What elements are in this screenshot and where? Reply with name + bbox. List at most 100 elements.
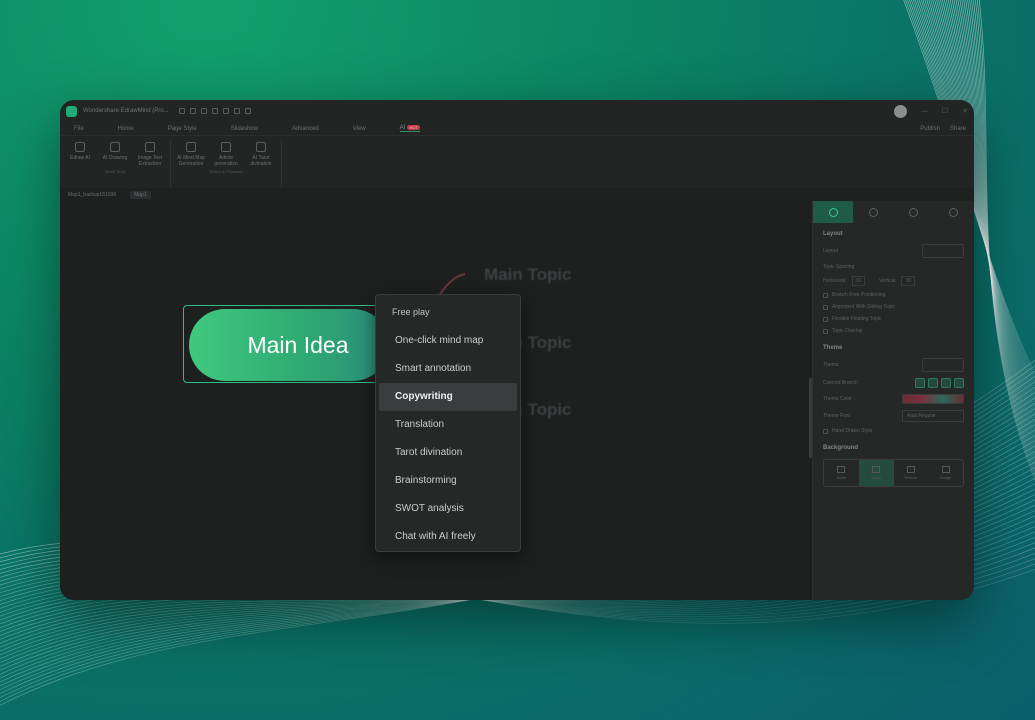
menu-bar: File Home Page Style Slideshow Advanced … [60,122,974,136]
main-topic-node[interactable]: Main Topic [484,265,572,285]
ribbon-group-ai-features: AI Mind Map Generation Article generatio… [175,140,282,188]
menu-tab-advanced[interactable]: Advanced [292,126,319,132]
color-icon [872,466,881,473]
document-tabs: Map1_backup161036 Map1 [60,188,974,201]
menu-item-swot-analysis[interactable]: SWOT analysis [379,495,517,523]
menu-item-chat-with-ai[interactable]: Chat with AI freely [379,523,517,551]
check-label: Topic Overlap [832,328,863,334]
theme-select[interactable] [922,358,964,372]
layout-section-title: Layout [823,231,843,237]
title-bar: Wondershare EdrawMind (Pro... — ☐ ✕ [60,100,974,122]
hand-drawn-label: Hand Drawn Style [832,428,873,434]
menu-item-brainstorming[interactable]: Brainstorming [379,467,517,495]
menu-item-tarot-divination[interactable]: Tarot divination [379,439,517,467]
panel-tab-layout[interactable] [813,201,854,223]
menu-tab-page-style[interactable]: Page Style [168,126,197,132]
mind-map-icon [186,142,196,152]
menu-item-smart-annotation[interactable]: Smart annotation [379,355,517,383]
none-icon [837,466,846,473]
location-icon [909,207,919,217]
background-section-title: Background [823,445,859,451]
bg-tile-label: Color [871,475,881,480]
checkbox[interactable] [823,328,828,334]
ribbon-group-label: Notion AI Features [209,169,243,174]
checkbox[interactable] [823,428,828,434]
branch-swatch[interactable] [954,378,964,388]
tarot-icon [256,142,266,152]
layout-label: Layout [823,248,839,254]
ai-drawing-button[interactable]: AI Drawing [99,140,131,167]
theme-font-select[interactable]: Arial Regular [902,410,964,422]
check-label: Flexible Floating Topic [832,316,882,322]
branch-swatch[interactable] [941,378,951,388]
ribbon-label: Article generation [214,155,238,167]
texture-icon [906,466,915,473]
article-generation-button[interactable]: Article generation [210,140,242,167]
check-label: Branch Free Positioning [832,292,886,298]
close-icon[interactable]: ✕ [962,107,968,115]
theme-font-label: Theme Font [823,413,850,419]
menu-tab-view[interactable]: View [353,126,366,132]
branch-swatch[interactable] [915,378,925,388]
ai-tarot-button[interactable]: AI Tarot divination [245,140,277,167]
menu-tab-home[interactable]: Home [118,126,134,132]
open-file-icon[interactable] [211,108,218,114]
layout-select[interactable] [922,244,964,258]
panel-tab-location[interactable] [894,201,934,223]
menu-tab-file[interactable]: File [74,126,84,132]
bg-tile-texture[interactable]: Texture [894,460,929,486]
undo-icon[interactable] [178,108,185,114]
branch-swatch[interactable] [928,378,938,388]
print-icon[interactable] [233,108,240,114]
minimize-icon[interactable]: — [921,108,928,115]
bg-tile-image[interactable]: Image [928,460,963,486]
ribbon-label: Image Text Extraction [137,155,163,167]
image-text-extraction-button[interactable]: Image Text Extraction [134,140,166,167]
bg-tile-color[interactable]: Color [858,460,894,486]
bg-tile-none[interactable]: None [824,460,859,486]
checkbox[interactable] [823,304,828,310]
vertical-input[interactable]: 30 [901,276,916,286]
main-idea-node[interactable]: Main Idea [189,309,389,381]
ribbon-label: AI Mind Map Generation [176,155,206,167]
doc-tab-backup[interactable]: Map1_backup161036 [64,191,120,199]
edraw-ai-icon [75,142,85,152]
export-icon[interactable] [244,108,251,114]
check-label: Alignment With Sibling Topic [832,304,895,310]
menu-tab-slideshow[interactable]: Slideshow [231,126,258,132]
horizontal-input[interactable]: 30 [851,276,866,286]
ai-dropdown-menu: Free play One-click mind map Smart annot… [375,294,521,552]
hot-badge: HOT [407,125,420,130]
ai-mind-map-button[interactable]: AI Mind Map Generation [175,140,207,167]
menu-item-copywriting[interactable]: Copywriting [379,383,517,411]
ribbon-label: Edraw AI [69,155,90,161]
menu-item-one-click-mind-map[interactable]: One-click mind map [379,327,517,355]
right-panel: Layout Layout Topic Spacing Horizontal 3… [812,201,974,600]
menu-item-translation[interactable]: Translation [379,411,517,439]
share-button[interactable]: Share [950,126,966,132]
new-file-icon[interactable] [200,108,207,114]
save-icon[interactable] [222,108,229,114]
publish-button[interactable]: Publish [920,126,940,132]
bg-tile-label: Texture [904,475,918,480]
menu-tab-ai[interactable]: AI HOT [399,125,420,132]
horizontal-label: Horizontal [823,278,846,284]
ai-drawing-icon [110,142,120,152]
layout-icon [828,207,838,217]
checkbox[interactable] [823,292,828,298]
ribbon-group-smart-tools: Edraw AI AI Drawing Image Text Extractio… [64,140,171,188]
panel-tab-style[interactable] [853,201,893,223]
theme-color-select[interactable] [902,394,964,404]
avatar[interactable] [893,104,907,118]
maximize-icon[interactable]: ☐ [942,107,948,115]
image-icon [941,466,950,473]
doc-tab-map1[interactable]: Map1 [130,190,151,199]
redo-icon[interactable] [189,108,196,114]
ribbon-label: AI Tarot divination [250,155,272,167]
app-logo-icon [66,105,77,117]
panel-tab-settings[interactable] [934,201,974,223]
article-icon [221,142,231,152]
checkbox[interactable] [823,316,828,322]
main-idea-label: Main Idea [247,331,349,358]
edraw-ai-button[interactable]: Edraw AI [64,140,96,167]
